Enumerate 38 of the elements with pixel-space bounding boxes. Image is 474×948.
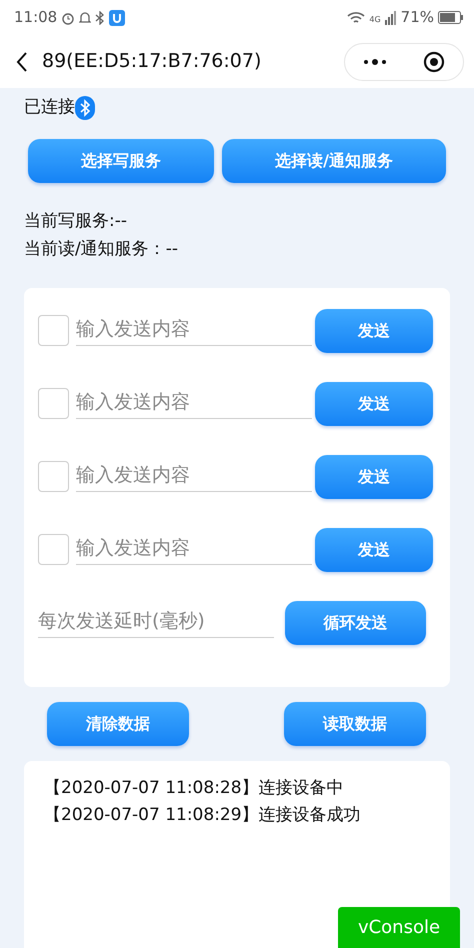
page-title: 89(EE:D5:17:B7:76:07) — [42, 49, 262, 74]
log-line: 【2020-07-07 11:08:28】连接设备中 — [44, 777, 345, 800]
bell-icon — [79, 10, 92, 24]
back-icon[interactable] — [16, 52, 28, 72]
input-field[interactable]: 输入发送内容 — [76, 460, 312, 492]
checkbox[interactable] — [38, 315, 69, 346]
input-field[interactable]: 输入发送内容 — [76, 314, 312, 346]
send-button[interactable]: 发送 — [315, 382, 433, 426]
battery-icon — [438, 11, 464, 24]
log-line: 【2020-07-07 11:08:29】连接设备成功 — [44, 804, 362, 827]
checkbox[interactable] — [38, 461, 69, 492]
loop-send-button[interactable]: 循环发送 — [285, 600, 426, 644]
bluetooth-icon — [95, 10, 106, 24]
service-info: 当前写服务:-- — [24, 210, 128, 233]
input-field[interactable]: 输入发送内容 — [76, 388, 312, 420]
service-button[interactable]: 选择写服务 — [28, 139, 214, 183]
input-field[interactable]: 输入发送内容 — [76, 534, 312, 566]
send-button[interactable]: 发送 — [315, 528, 433, 572]
alarm-icon — [61, 10, 76, 24]
checkbox[interactable] — [38, 388, 69, 419]
service-button[interactable]: 选择读/通知服务 — [222, 139, 446, 183]
data-button[interactable]: 清除数据 — [47, 702, 189, 746]
battery-percent: 71% — [400, 7, 434, 28]
send-button[interactable]: 发送 — [315, 308, 433, 352]
delay-field[interactable]: 每次发送延时(毫秒) — [38, 606, 274, 638]
connection-status: 已连接 — [24, 96, 75, 120]
data-button[interactable]: 读取数据 — [284, 702, 426, 746]
signal-icon — [384, 10, 397, 24]
checkbox[interactable] — [38, 534, 69, 565]
send-button[interactable]: 发送 — [315, 454, 433, 498]
app-icon — [109, 10, 126, 26]
status-time: 11:08 — [14, 7, 58, 28]
service-info: 当前读/通知服务：-- — [24, 238, 179, 261]
bluetooth-icon — [75, 96, 95, 120]
vconsole-button[interactable]: vConsole — [338, 907, 460, 948]
wifi-icon — [347, 10, 366, 24]
network-label: 4G — [369, 14, 381, 26]
more-icon[interactable] — [363, 58, 387, 66]
